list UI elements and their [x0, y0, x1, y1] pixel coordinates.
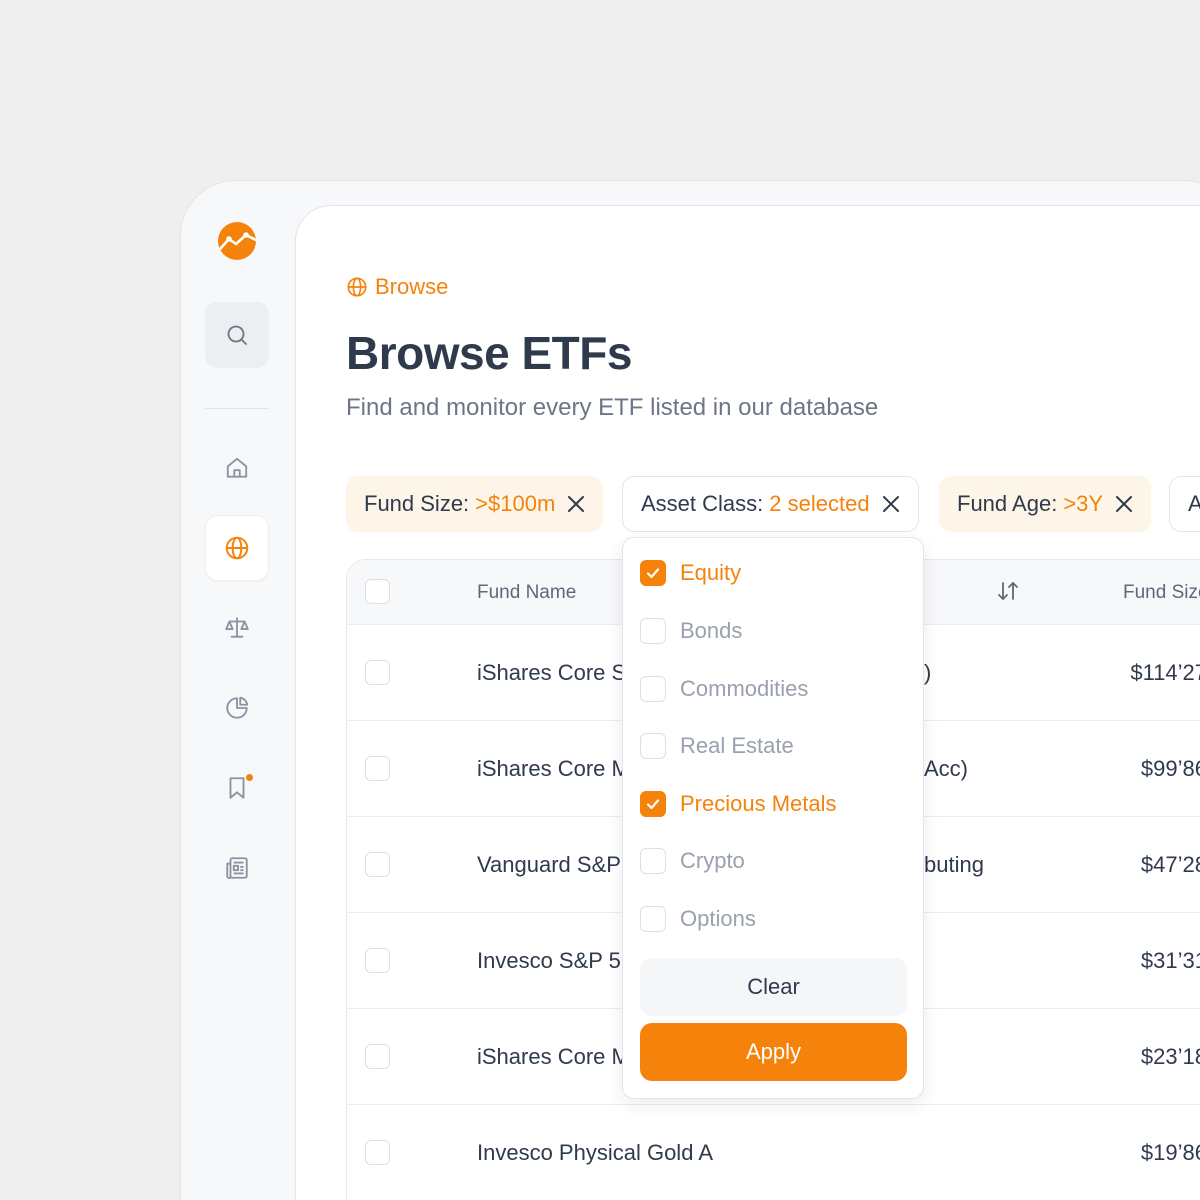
sidebar-item-browse[interactable] — [205, 515, 269, 581]
apply-button[interactable]: Apply — [640, 1023, 907, 1081]
fund-name-tail: Acc) — [924, 756, 968, 781]
search-icon — [227, 325, 247, 345]
option-label: Bonds — [680, 618, 743, 643]
option-label: Options — [680, 906, 756, 931]
filter-value: 2 selected — [769, 491, 870, 516]
sidebar-item-portfolio[interactable] — [205, 675, 269, 741]
close-icon[interactable] — [1115, 495, 1133, 513]
sidebar — [180, 180, 295, 1200]
fund-name: iShares Core S — [477, 660, 627, 685]
option-checkbox[interactable] — [640, 560, 666, 586]
option-label: Precious Metals — [680, 791, 837, 816]
home-icon — [226, 457, 248, 478]
check-icon — [646, 568, 660, 579]
fund-name: Invesco S&P 5 — [477, 948, 621, 973]
notification-dot — [245, 773, 254, 782]
page-title: Browse ETFs — [346, 327, 632, 379]
filter-value: >$100m — [475, 491, 556, 516]
filter-chip-asset-class[interactable]: Asset Class: 2 selected — [622, 476, 919, 532]
option-bonds[interactable]: Bonds — [640, 616, 742, 646]
app-logo[interactable] — [218, 222, 256, 260]
fund-name-tail: buting — [924, 852, 984, 877]
option-commodities[interactable]: Commodities — [640, 674, 808, 704]
fund-size: $23’18 — [1140, 1044, 1200, 1069]
sidebar-item-home[interactable] — [205, 435, 269, 501]
sidebar-divider — [205, 408, 269, 409]
page-subtitle: Find and monitor every ETF listed in our… — [346, 394, 879, 421]
option-options[interactable]: Options — [640, 904, 756, 934]
option-checkbox[interactable] — [640, 791, 666, 817]
sort-icon[interactable] — [997, 580, 1019, 607]
row-checkbox[interactable] — [365, 660, 390, 685]
option-checkbox[interactable] — [640, 906, 666, 932]
fund-size: $31’31 — [1140, 948, 1200, 973]
filter-label: A — [1188, 491, 1200, 517]
fund-size: $19’86 — [1140, 1140, 1200, 1165]
breadcrumb-label: Browse — [375, 274, 449, 299]
option-checkbox[interactable] — [640, 676, 666, 702]
fund-name: iShares Core M — [477, 1044, 630, 1069]
option-label: Real Estate — [680, 733, 794, 758]
option-label: Commodities — [680, 676, 809, 701]
option-checkbox[interactable] — [640, 618, 666, 644]
search-button[interactable] — [205, 302, 269, 368]
fund-name: Vanguard S&P — [477, 852, 621, 877]
globe-icon — [347, 277, 367, 297]
row-checkbox[interactable] — [365, 948, 390, 973]
fund-name-tail: ) — [924, 660, 932, 685]
option-equity[interactable]: Equity — [640, 558, 741, 588]
fund-size: $114’27 — [1130, 660, 1200, 685]
fund-size: $47’28 — [1140, 852, 1200, 877]
asset-class-dropdown: Equity Bonds Commodities Real Estate Pre… — [622, 537, 924, 1099]
filter-value: >3Y — [1063, 491, 1104, 516]
sidebar-item-compare[interactable] — [205, 595, 269, 661]
select-all-checkbox[interactable] — [365, 579, 390, 604]
table-row[interactable]: Invesco Physical Gold A $19’86 — [347, 1104, 1200, 1200]
column-header-fund-name[interactable]: Fund Name — [477, 582, 576, 604]
clear-button[interactable]: Clear — [640, 958, 907, 1016]
fund-size: $99’86 — [1140, 756, 1200, 781]
newspaper-icon — [226, 857, 248, 879]
filter-label: Fund Size: — [364, 491, 470, 516]
fund-name: Invesco Physical Gold A — [477, 1140, 714, 1165]
option-checkbox[interactable] — [640, 733, 666, 759]
sidebar-item-watchlist[interactable] — [205, 755, 269, 821]
sidebar-item-news[interactable] — [205, 835, 269, 901]
globe-icon — [225, 536, 249, 560]
filter-label: Asset Class: — [641, 491, 764, 516]
close-icon[interactable] — [882, 495, 900, 513]
pie-chart-icon — [226, 696, 249, 719]
column-header-fund-size[interactable]: Fund Size — [1123, 582, 1200, 604]
option-label: Crypto — [680, 848, 745, 873]
fund-name: iShares Core M — [477, 756, 630, 781]
breadcrumb[interactable]: Browse — [346, 274, 448, 300]
option-label: Equity — [680, 560, 742, 585]
filter-chip-more[interactable]: A — [1169, 476, 1200, 532]
row-checkbox[interactable] — [365, 852, 390, 877]
option-checkbox[interactable] — [640, 848, 666, 874]
filter-label: Fund Age: — [957, 491, 1058, 516]
close-icon[interactable] — [567, 495, 585, 513]
row-checkbox[interactable] — [365, 1140, 390, 1165]
filter-chip-fund-size[interactable]: Fund Size: >$100m — [346, 476, 604, 532]
filter-chip-fund-age[interactable]: Fund Age: >3Y — [939, 476, 1152, 532]
option-crypto[interactable]: Crypto — [640, 846, 745, 876]
option-real-estate[interactable]: Real Estate — [640, 731, 794, 761]
check-icon — [646, 799, 660, 810]
scale-icon — [225, 617, 249, 638]
row-checkbox[interactable] — [365, 1044, 390, 1069]
row-checkbox[interactable] — [365, 756, 390, 781]
option-precious-metals[interactable]: Precious Metals — [640, 789, 837, 819]
